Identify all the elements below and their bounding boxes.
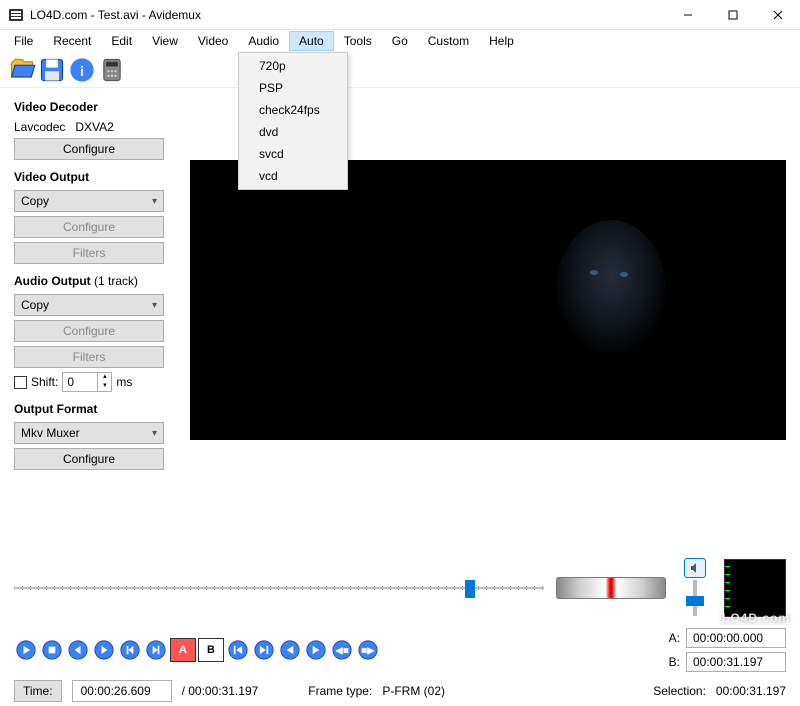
auto-dropdown: 720p PSP check24fps dvd svcd vcd [238, 52, 348, 190]
play-button[interactable] [14, 638, 38, 662]
spinner-up-icon[interactable]: ▴ [98, 373, 111, 382]
stop-button[interactable] [40, 638, 64, 662]
output-format-label: Output Format [14, 402, 178, 416]
audio-tracks: (1 track) [94, 274, 138, 288]
shift-spinner[interactable]: 0 ▴▾ [62, 372, 112, 392]
video-preview [190, 160, 786, 440]
goto-start-button[interactable] [226, 638, 250, 662]
next-keyframe-button[interactable] [144, 638, 168, 662]
toolbar: i [0, 52, 800, 88]
dd-svcd[interactable]: svcd [239, 143, 347, 165]
selection-label: Selection: [653, 684, 706, 698]
dd-720p[interactable]: 720p [239, 55, 347, 77]
watermark: LO4D.com [704, 606, 790, 627]
video-output-value: Copy [21, 194, 49, 208]
menu-custom[interactable]: Custom [418, 31, 479, 51]
chevron-down-icon: ▾ [152, 196, 157, 207]
menu-tools[interactable]: Tools [334, 31, 382, 51]
audio-output-configure-button: Configure [14, 320, 164, 342]
dd-dvd[interactable]: dvd [239, 121, 347, 143]
content: Video Decoder Lavcodec DXVA2 Configure V… [0, 88, 800, 548]
shift-checkbox[interactable] [14, 376, 27, 389]
time-label: Time: [14, 680, 62, 702]
window-title: LO4D.com - Test.avi - Avidemux [30, 8, 665, 22]
output-format-configure-button[interactable]: Configure [14, 448, 164, 470]
output-format-select[interactable]: Mkv Muxer ▾ [14, 422, 164, 444]
duration: / 00:00:31.197 [182, 684, 259, 698]
chevron-down-icon: ▾ [152, 300, 157, 311]
video-output-select[interactable]: Copy ▾ [14, 190, 164, 212]
svg-text:■▶: ■▶ [361, 645, 375, 656]
a-label: A: [669, 631, 680, 645]
shift-value: 0 [63, 373, 97, 391]
set-marker-b-button[interactable]: B [198, 638, 224, 662]
timeline-slider[interactable] [14, 576, 544, 600]
time-value[interactable]: 00:00:26.609 [72, 680, 172, 702]
menu-help[interactable]: Help [479, 31, 524, 51]
goto-end-button[interactable] [252, 638, 276, 662]
audio-output-value: Copy [21, 298, 49, 312]
shift-label: Shift: [31, 375, 58, 389]
frametype-label: Frame type: [308, 684, 372, 698]
maximize-button[interactable] [710, 0, 755, 30]
menu-go[interactable]: Go [382, 31, 418, 51]
menu-view[interactable]: View [142, 31, 188, 51]
prev-frame-button[interactable] [66, 638, 90, 662]
selection-value: 00:00:31.197 [716, 684, 786, 698]
menu-auto[interactable]: Auto [289, 31, 334, 51]
output-format-value: Mkv Muxer [21, 426, 80, 440]
dd-psp[interactable]: PSP [239, 77, 347, 99]
spinner-down-icon[interactable]: ▾ [98, 382, 111, 391]
jog-wheel[interactable] [556, 577, 666, 599]
save-icon[interactable] [38, 56, 66, 84]
menubar: File Recent Edit View Video Audio Auto T… [0, 30, 800, 52]
volume-button[interactable] [684, 558, 706, 578]
sidebar: Video Decoder Lavcodec DXVA2 Configure V… [0, 88, 190, 548]
frametype-value: P-FRM (02) [382, 684, 445, 698]
chevron-down-icon: ▾ [152, 428, 157, 439]
app-icon [8, 7, 24, 23]
next-black-frame-button[interactable]: ■▶ [356, 638, 380, 662]
calculator-icon[interactable] [98, 56, 126, 84]
dd-check24fps[interactable]: check24fps [239, 99, 347, 121]
menu-edit[interactable]: Edit [101, 31, 142, 51]
svg-text:◀■: ◀■ [335, 645, 349, 656]
prev-black-frame-button[interactable]: ◀■ [330, 638, 354, 662]
minimize-button[interactable] [665, 0, 710, 30]
bottom-panel: A B ◀■ ■▶ A: 00:00:00.000 B: 00:00:31.19… [0, 548, 800, 706]
accel-name: DXVA2 [75, 120, 113, 134]
info-icon[interactable]: i [68, 56, 96, 84]
open-icon[interactable] [8, 56, 36, 84]
menu-video[interactable]: Video [188, 31, 238, 51]
dd-vcd[interactable]: vcd [239, 165, 347, 187]
video-output-configure-button: Configure [14, 216, 164, 238]
shift-unit: ms [116, 375, 132, 389]
goto-marker-b-button[interactable] [304, 638, 328, 662]
svg-text:i: i [80, 62, 84, 78]
menu-recent[interactable]: Recent [43, 31, 101, 51]
titlebar: LO4D.com - Test.avi - Avidemux [0, 0, 800, 30]
video-decoder-configure-button[interactable]: Configure [14, 138, 164, 160]
video-output-filters-button: Filters [14, 242, 164, 264]
close-button[interactable] [755, 0, 800, 30]
audio-output-label: Audio Output (1 track) [14, 274, 178, 288]
video-decoder-label: Video Decoder [14, 100, 178, 114]
codec-name: Lavcodec [14, 120, 65, 134]
audio-output-select[interactable]: Copy ▾ [14, 294, 164, 316]
next-frame-button[interactable] [92, 638, 116, 662]
a-value: 00:00:00.000 [686, 628, 786, 648]
b-value: 00:00:31.197 [686, 652, 786, 672]
goto-marker-a-button[interactable] [278, 638, 302, 662]
audio-output-filters-button: Filters [14, 346, 164, 368]
b-label: B: [669, 655, 680, 669]
menu-file[interactable]: File [4, 31, 43, 51]
video-output-label: Video Output [14, 170, 178, 184]
menu-audio[interactable]: Audio [238, 31, 289, 51]
prev-keyframe-button[interactable] [118, 638, 142, 662]
set-marker-a-button[interactable]: A [170, 638, 196, 662]
